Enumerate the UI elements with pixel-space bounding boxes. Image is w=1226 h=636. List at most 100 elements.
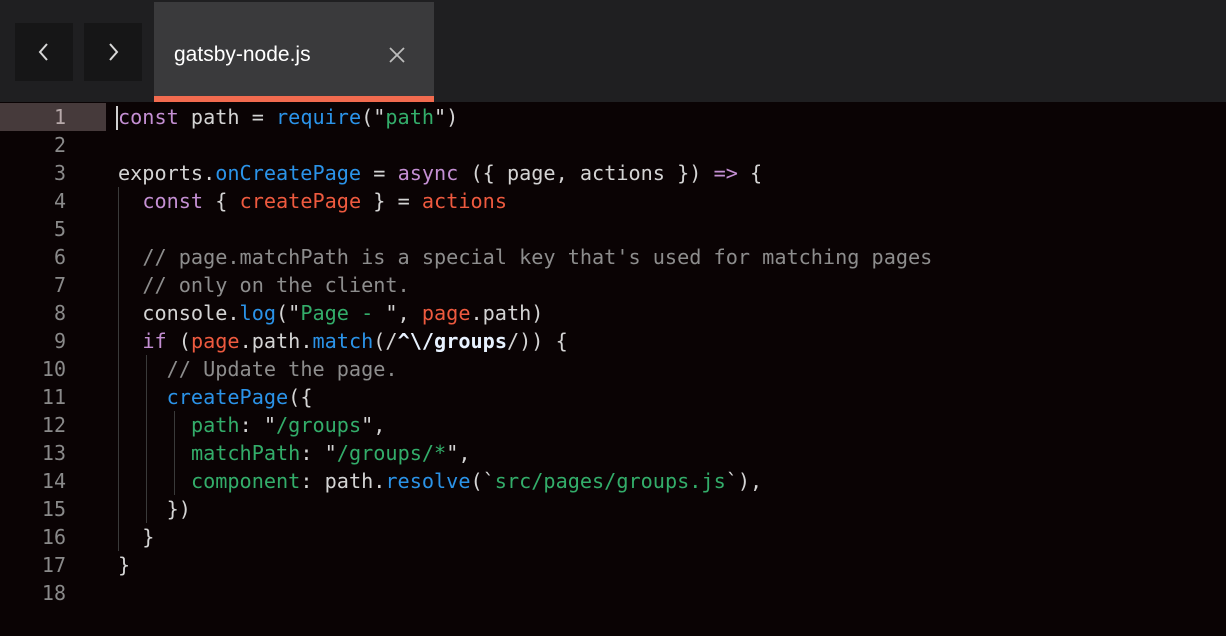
code-token: console. bbox=[118, 301, 240, 325]
line-number: 4 bbox=[53, 189, 66, 213]
code-token: : " bbox=[300, 441, 337, 465]
line-number: 10 bbox=[41, 357, 66, 381]
code-token: ({ bbox=[288, 385, 313, 409]
code-token: src/pages/groups.js bbox=[494, 469, 726, 493]
code-token: ", bbox=[446, 441, 471, 465]
code-token: } = bbox=[361, 189, 422, 213]
code-token: `), bbox=[725, 469, 763, 493]
code-token: /)) { bbox=[506, 329, 568, 353]
code-line[interactable]: 3 exports.onCreatePage = async ({ page, a… bbox=[0, 159, 1226, 187]
code-token: .path. bbox=[239, 329, 313, 353]
code-line[interactable]: 17} bbox=[0, 551, 1226, 579]
code-token: // Update the page. bbox=[166, 357, 398, 381]
code-token: }) bbox=[118, 497, 191, 521]
code-text: path: "/groups", bbox=[118, 411, 385, 439]
code-token: // page.matchPath is a special key that'… bbox=[142, 245, 933, 269]
code-line[interactable]: 2 bbox=[0, 131, 1226, 159]
line-number: 5 bbox=[53, 217, 66, 241]
line-number: 13 bbox=[41, 441, 66, 465]
code-line[interactable]: 16 } bbox=[0, 523, 1226, 551]
code-text: component: path.resolve(`src/pages/group… bbox=[118, 467, 762, 495]
code-text: const path = require("path") bbox=[118, 103, 458, 131]
code-token: path = bbox=[178, 105, 277, 129]
code-token: ^\/groups bbox=[397, 329, 507, 353]
code-text: // Update the page. bbox=[118, 355, 398, 383]
code-line[interactable]: 9 if (page.path.match(/^\/groups/)) { bbox=[0, 327, 1226, 355]
code-text: } bbox=[118, 523, 154, 551]
code-token: const bbox=[142, 189, 204, 213]
code-line[interactable]: 4 const { createPage } = actions bbox=[0, 187, 1226, 215]
code-token: /groups bbox=[276, 413, 362, 437]
tab-close-button[interactable] bbox=[384, 42, 410, 68]
code-token: = bbox=[361, 161, 398, 185]
code-token: { bbox=[737, 161, 763, 185]
code-line[interactable]: 6 // page.matchPath is a special key tha… bbox=[0, 243, 1226, 271]
tab-gatsby-node[interactable]: gatsby-node.js bbox=[154, 2, 434, 102]
line-number: 12 bbox=[41, 413, 66, 437]
line-number: 3 bbox=[53, 161, 66, 185]
code-token: ", bbox=[385, 301, 422, 325]
code-token: (` bbox=[470, 469, 495, 493]
line-number: 6 bbox=[53, 245, 66, 269]
code-token: require bbox=[276, 105, 362, 129]
code-editor[interactable]: 1 const path = require("path") 2 3 exports.o… bbox=[0, 102, 1226, 636]
text-cursor bbox=[116, 106, 118, 130]
code-line[interactable]: 15 }) bbox=[0, 495, 1226, 523]
code-token: async bbox=[397, 161, 459, 185]
line-number: 15 bbox=[41, 497, 66, 521]
code-line[interactable]: 8 console.log("Page - ", page.path) bbox=[0, 299, 1226, 327]
code-token: if bbox=[142, 329, 167, 353]
indent-guide bbox=[118, 187, 119, 551]
code-text: matchPath: "/groups/*", bbox=[118, 439, 471, 467]
code-token: const bbox=[118, 105, 179, 129]
line-number: 8 bbox=[53, 301, 66, 325]
code-token: page bbox=[190, 329, 240, 353]
close-icon bbox=[389, 47, 405, 63]
code-line[interactable]: 14 component: path.resolve(`src/pages/gr… bbox=[0, 467, 1226, 495]
code-token: log bbox=[239, 301, 277, 325]
back-button[interactable] bbox=[15, 23, 73, 81]
code-line[interactable]: 7 // only on the client. bbox=[0, 271, 1226, 299]
code-line[interactable]: 1 const path = require("path") bbox=[0, 103, 1226, 131]
code-token: (" bbox=[276, 301, 301, 325]
code-text: exports.onCreatePage = async ({ page, ac… bbox=[118, 159, 762, 187]
code-token: ( bbox=[166, 329, 191, 353]
line-number: 16 bbox=[41, 525, 66, 549]
code-text: if (page.path.match(/^\/groups/)) { bbox=[118, 327, 568, 355]
code-token: } bbox=[118, 553, 131, 577]
indent-guide bbox=[146, 355, 147, 523]
code-token: } bbox=[118, 525, 155, 549]
code-line[interactable]: 18 bbox=[0, 579, 1226, 607]
forward-button[interactable] bbox=[84, 23, 142, 81]
code-token: exports. bbox=[118, 161, 216, 185]
code-token: createPage bbox=[239, 189, 362, 213]
code-token: page bbox=[421, 301, 471, 325]
code-line[interactable]: 11 createPage({ bbox=[0, 383, 1226, 411]
code-token: .path) bbox=[470, 301, 544, 325]
code-text: // only on the client. bbox=[118, 271, 409, 299]
title-bar: gatsby-node.js bbox=[0, 0, 1226, 102]
line-number: 11 bbox=[41, 385, 66, 409]
code-token: component bbox=[190, 469, 301, 493]
code-token: (" bbox=[361, 105, 386, 129]
line-number: 1 bbox=[53, 105, 66, 129]
code-line[interactable]: 13 matchPath: "/groups/*", bbox=[0, 439, 1226, 467]
code-token: onCreatePage bbox=[215, 161, 362, 185]
line-number: 9 bbox=[53, 329, 66, 353]
code-token: : " bbox=[239, 413, 277, 437]
code-text: const { createPage } = actions bbox=[118, 187, 507, 215]
code-token: /groups/* bbox=[336, 441, 447, 465]
code-line[interactable]: 10 // Update the page. bbox=[0, 355, 1226, 383]
chevron-left-icon bbox=[38, 43, 48, 61]
code-line[interactable]: 12 path: "/groups", bbox=[0, 411, 1226, 439]
tab-label: gatsby-node.js bbox=[174, 43, 311, 66]
code-text: createPage({ bbox=[118, 383, 313, 411]
code-line[interactable]: 5 bbox=[0, 215, 1226, 243]
